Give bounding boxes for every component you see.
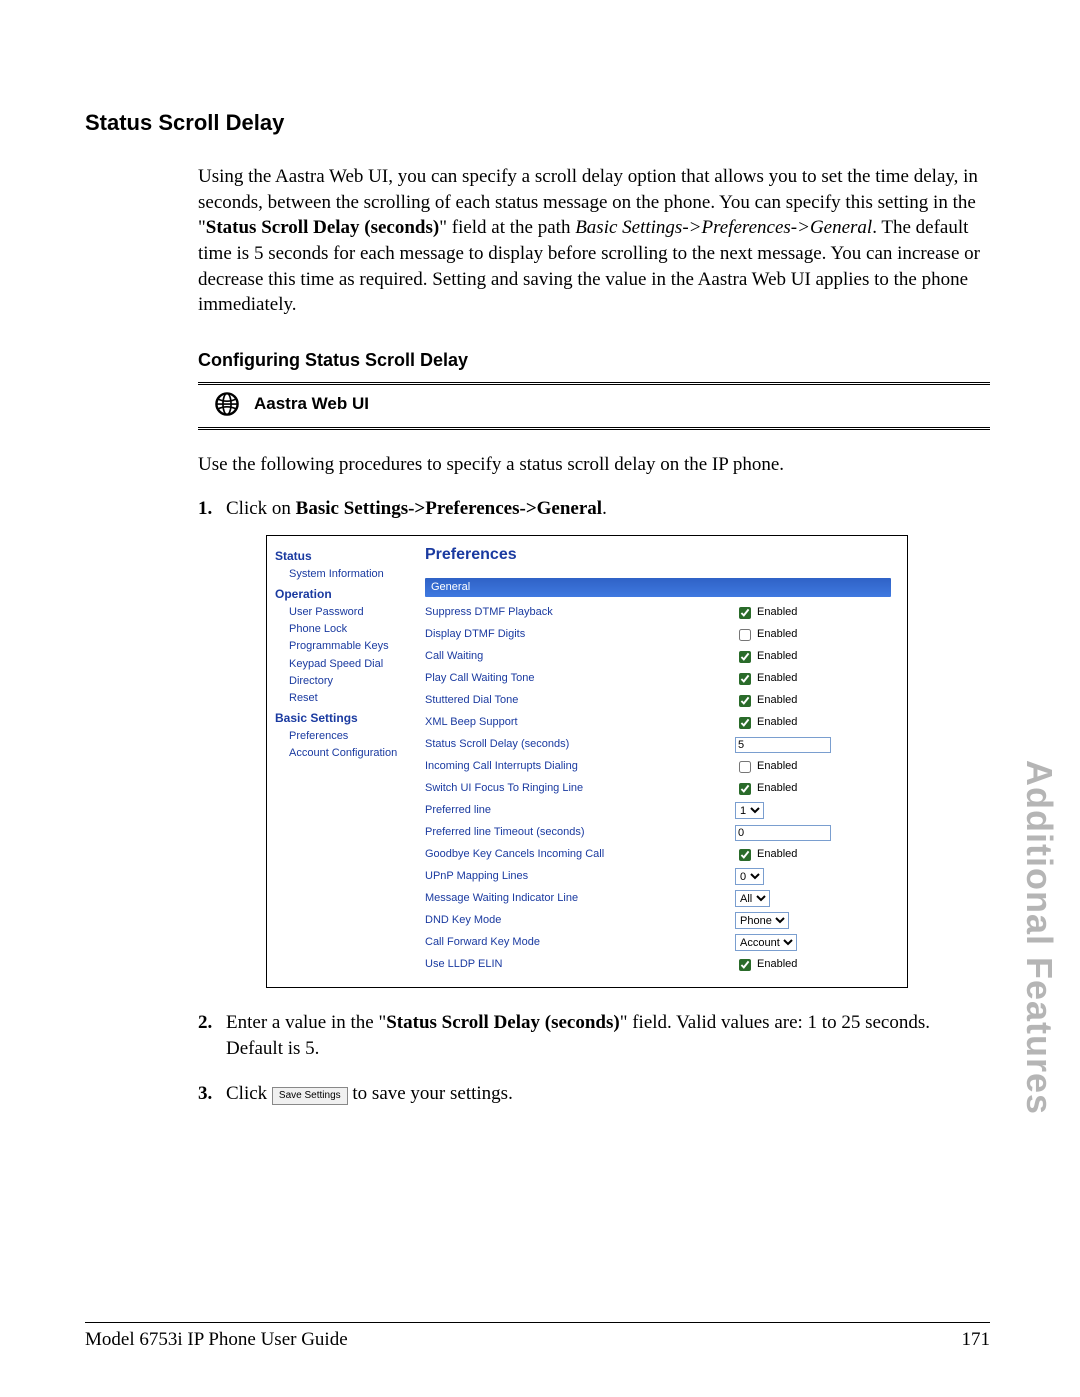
enabled-label: Enabled <box>757 957 797 972</box>
row-label: Display DTMF Digits <box>425 627 735 642</box>
nav-item-keypad-speed-dial[interactable]: Keypad Speed Dial <box>289 657 409 672</box>
page-footer: Model 6753i IP Phone User Guide 171 <box>85 1322 990 1351</box>
row-label: Status Scroll Delay (seconds) <box>425 737 735 752</box>
enabled-label: Enabled <box>757 671 797 686</box>
enabled-label: Enabled <box>757 605 797 620</box>
display-dtmf-checkbox[interactable] <box>739 629 751 641</box>
row-label: Stuttered Dial Tone <box>425 693 735 708</box>
nav-item-directory[interactable]: Directory <box>289 674 409 689</box>
lldp-elin-checkbox[interactable] <box>739 959 751 971</box>
row-label: Message Waiting Indicator Line <box>425 891 735 906</box>
section-bar-general: General <box>425 578 891 597</box>
step-field-name: Status Scroll Delay (seconds) <box>386 1012 619 1033</box>
step-text: Click <box>226 1083 272 1104</box>
row-label: Use LLDP ELIN <box>425 957 735 972</box>
step-text: Enter a value in the " <box>226 1012 386 1033</box>
intro-paragraph: Using the Aastra Web UI, you can specify… <box>198 164 990 1107</box>
procedure-intro: Use the following procedures to specify … <box>198 452 990 478</box>
nav-header-status: Status <box>275 548 409 564</box>
enabled-label: Enabled <box>757 759 797 774</box>
row-label: Goodbye Key Cancels Incoming Call <box>425 847 735 862</box>
intro-path: Basic Settings->Preferences->General <box>575 217 872 238</box>
preferences-screenshot: Status System Information Operation User… <box>266 535 908 987</box>
preferred-line-select[interactable]: 1 <box>735 802 764 819</box>
step-2: Enter a value in the "Status Scroll Dela… <box>198 1010 990 1061</box>
enabled-label: Enabled <box>757 847 797 862</box>
enabled-label: Enabled <box>757 627 797 642</box>
cf-key-mode-select[interactable]: Account <box>735 934 797 951</box>
incoming-interrupts-checkbox[interactable] <box>739 761 751 773</box>
row-label: Suppress DTMF Playback <box>425 605 735 620</box>
row-label: Play Call Waiting Tone <box>425 671 735 686</box>
preferences-panel: Preferences General Suppress DTMF Playba… <box>415 536 907 986</box>
stuttered-dial-tone-checkbox[interactable] <box>739 695 751 707</box>
step-3: Click Save Settings to save your setting… <box>198 1081 990 1107</box>
section-title: Status Scroll Delay <box>85 110 990 136</box>
enabled-label: Enabled <box>757 649 797 664</box>
nav-item-account-configuration[interactable]: Account Configuration <box>289 746 409 761</box>
goodbye-cancel-checkbox[interactable] <box>739 849 751 861</box>
row-label: Incoming Call Interrupts Dialing <box>425 759 735 774</box>
suppress-dtmf-checkbox[interactable] <box>739 607 751 619</box>
divider <box>198 427 990 430</box>
step-path: Basic Settings->Preferences->General <box>296 498 602 519</box>
step-text: . <box>602 498 607 519</box>
step-text: Click on <box>226 498 296 519</box>
row-label: Call Waiting <box>425 649 735 664</box>
xml-beep-checkbox[interactable] <box>739 717 751 729</box>
save-settings-button[interactable]: Save Settings <box>272 1087 348 1105</box>
step-text: to save your settings. <box>348 1083 513 1104</box>
row-label: XML Beep Support <box>425 715 735 730</box>
nav-sidebar: Status System Information Operation User… <box>267 536 415 986</box>
dnd-key-mode-select[interactable]: Phone <box>735 912 789 929</box>
nav-item-phone-lock[interactable]: Phone Lock <box>289 622 409 637</box>
nav-item-programmable-keys[interactable]: Programmable Keys <box>289 639 409 654</box>
nav-header-basic-settings: Basic Settings <box>275 710 409 726</box>
step-1: Click on Basic Settings->Preferences->Ge… <box>198 496 990 988</box>
nav-item-preferences[interactable]: Preferences <box>289 729 409 744</box>
footer-page-number: 171 <box>962 1329 991 1351</box>
enabled-label: Enabled <box>757 693 797 708</box>
switch-focus-checkbox[interactable] <box>739 783 751 795</box>
footer-left: Model 6753i IP Phone User Guide <box>85 1329 348 1351</box>
enabled-label: Enabled <box>757 715 797 730</box>
webui-label: Aastra Web UI <box>254 393 369 416</box>
nav-header-operation: Operation <box>275 586 409 602</box>
globe-icon <box>214 391 240 417</box>
row-label: Switch UI Focus To Ringing Line <box>425 781 735 796</box>
upnp-mapping-select[interactable]: 0 <box>735 868 764 885</box>
row-label: Preferred line Timeout (seconds) <box>425 825 735 840</box>
row-label: Preferred line <box>425 803 735 818</box>
panel-title: Preferences <box>425 544 891 566</box>
call-waiting-checkbox[interactable] <box>739 651 751 663</box>
intro-text: " field at the path <box>439 217 575 238</box>
nav-item-reset[interactable]: Reset <box>289 691 409 706</box>
webui-header: Aastra Web UI <box>198 385 990 423</box>
preferred-line-timeout-input[interactable] <box>735 825 831 841</box>
row-label: DND Key Mode <box>425 913 735 928</box>
status-scroll-delay-input[interactable] <box>735 737 831 753</box>
row-label: Call Forward Key Mode <box>425 935 735 950</box>
mwi-line-select[interactable]: All <box>735 890 770 907</box>
side-watermark: Additional Features <box>1018 760 1060 1115</box>
nav-item-system-information[interactable]: System Information <box>289 567 409 582</box>
intro-field-name: Status Scroll Delay (seconds) <box>206 217 439 238</box>
nav-item-user-password[interactable]: User Password <box>289 605 409 620</box>
enabled-label: Enabled <box>757 781 797 796</box>
row-label: UPnP Mapping Lines <box>425 869 735 884</box>
sub-title: Configuring Status Scroll Delay <box>198 348 990 372</box>
play-cw-tone-checkbox[interactable] <box>739 673 751 685</box>
